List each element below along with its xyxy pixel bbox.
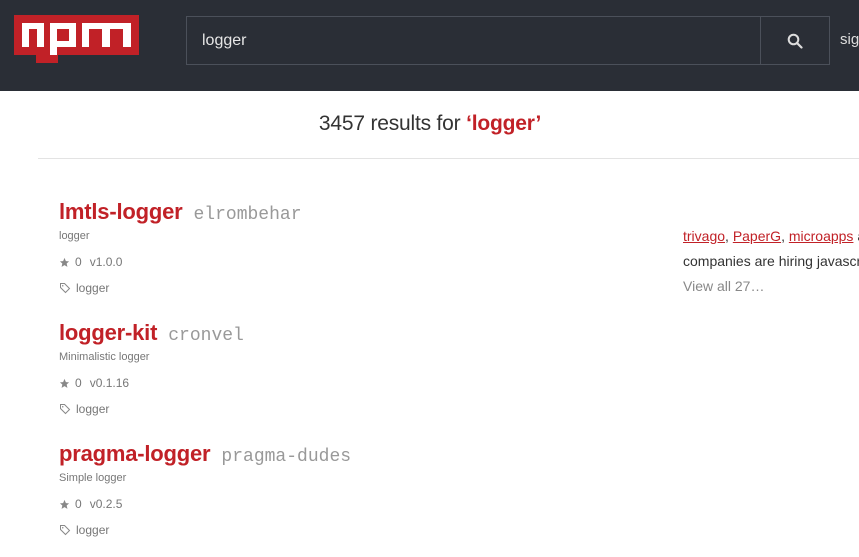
keyword-link[interactable]: logger xyxy=(76,523,109,537)
hiring-sidebar: trivago, PaperG, microapps a companies a… xyxy=(683,224,859,299)
package-item: pragma-logger pragma-dudes Simple logger… xyxy=(59,441,351,537)
package-description: logger xyxy=(59,230,90,242)
star-icon xyxy=(59,378,70,388)
separator: , xyxy=(781,228,789,244)
package-version: v1.0.0 xyxy=(89,255,123,269)
search-input[interactable] xyxy=(187,17,760,64)
package-keywords: logger xyxy=(59,523,351,537)
package-item: lmtls-logger elrombehar logger 0 v1.0.0 … xyxy=(59,199,302,295)
package-author[interactable]: cronvel xyxy=(168,326,244,346)
company-link[interactable]: microapps xyxy=(789,228,854,244)
package-name-link[interactable]: pragma-logger xyxy=(59,441,211,467)
package-name-link[interactable]: logger-kit xyxy=(59,320,157,346)
results-count: 3457 xyxy=(318,112,365,135)
package-author[interactable]: elrombehar xyxy=(194,205,302,225)
star-icon xyxy=(59,499,70,509)
package-item: logger-kit cronvel Minimalistic logger 0… xyxy=(59,320,244,416)
package-keywords: logger xyxy=(59,402,244,416)
package-version: v0.1.16 xyxy=(89,376,130,390)
hiring-line-1: trivago, PaperG, microapps a xyxy=(683,224,859,249)
search-box xyxy=(186,16,830,65)
search-button[interactable] xyxy=(760,17,829,64)
star-count: 0 xyxy=(75,376,82,390)
hiring-text-tail: a xyxy=(853,228,859,244)
top-bar: npm sig xyxy=(0,0,859,91)
results-heading: 3457 results for ‘logger’ xyxy=(0,112,859,136)
keyword-link[interactable]: logger xyxy=(76,281,109,295)
company-link[interactable]: trivago xyxy=(683,228,725,244)
star-icon xyxy=(59,257,70,267)
star-count: 0 xyxy=(75,255,82,269)
package-author[interactable]: pragma-dudes xyxy=(221,447,351,467)
hiring-line-2: companies are hiring javascr xyxy=(683,253,859,269)
separator: , xyxy=(725,228,733,244)
search-icon xyxy=(787,33,803,49)
package-meta: 0 v0.2.5 xyxy=(59,497,351,511)
star-count: 0 xyxy=(75,497,82,511)
package-description: Minimalistic logger xyxy=(59,351,150,363)
package-meta: 0 v0.1.16 xyxy=(59,376,244,390)
tag-icon xyxy=(60,283,71,294)
divider xyxy=(38,158,859,159)
tag-icon xyxy=(60,525,71,536)
results-label: results for xyxy=(364,112,467,135)
results-query: ‘logger’ xyxy=(466,112,542,135)
package-meta: 0 v1.0.0 xyxy=(59,255,302,269)
package-description: Simple logger xyxy=(59,472,127,484)
package-keywords: logger xyxy=(59,281,302,295)
view-all-link[interactable]: View all 27… xyxy=(683,274,859,299)
company-link[interactable]: PaperG xyxy=(733,228,781,244)
npm-logo[interactable]: npm xyxy=(14,15,139,63)
keyword-link[interactable]: logger xyxy=(76,402,109,416)
package-name-link[interactable]: lmtls-logger xyxy=(59,199,183,225)
signin-link[interactable]: sig xyxy=(840,31,859,48)
tag-icon xyxy=(60,404,71,415)
package-version: v0.2.5 xyxy=(89,497,123,511)
